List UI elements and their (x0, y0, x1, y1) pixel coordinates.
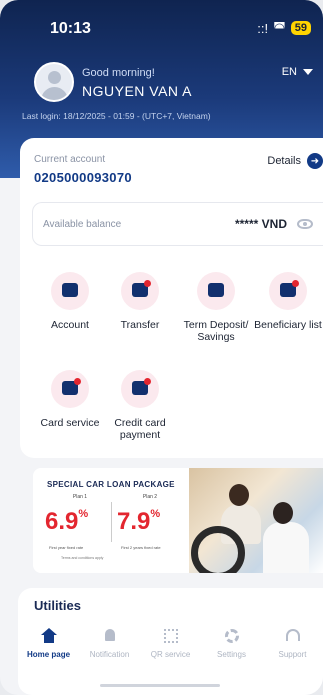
greeting-text: Good morning! (82, 67, 155, 79)
qr-icon (163, 628, 179, 644)
nav-label: Support (278, 650, 307, 659)
banner-photo (189, 468, 323, 573)
banner-title: SPECIAL CAR LOAN PACKAGE (47, 480, 175, 489)
utilities-title: Utilities (34, 598, 81, 613)
language-label: EN (281, 66, 297, 78)
bottom-nav: Home page Notification QR service Settin… (18, 622, 323, 672)
promo-banner[interactable]: SPECIAL CAR LOAN PACKAGE Plan 1 Plan 2 6… (33, 468, 323, 573)
eye-icon[interactable] (297, 219, 313, 229)
bell-icon (102, 628, 118, 644)
feature-term-deposit[interactable]: Term Deposit/ Savings (182, 272, 250, 343)
balance-box: Available balance ***** VND (32, 202, 323, 246)
chevron-down-icon (303, 69, 313, 75)
feature-label: Term Deposit/ Savings (183, 319, 249, 343)
feature-label: Credit card payment (114, 417, 166, 441)
phone-screen: 10:13 ::! ◚ 59 Good morning! NGUYEN VAN … (0, 0, 323, 695)
feature-beneficiary[interactable]: Beneficiary list (254, 272, 322, 331)
card-payment-icon (121, 370, 159, 408)
rate1: 6.9% (45, 508, 89, 535)
account-card: Current account 0205000093070 Details ➜ … (20, 138, 323, 458)
signal-icon: ::! (257, 20, 269, 36)
plan2-label: Plan 2 (142, 494, 158, 500)
avatar-head (48, 71, 61, 84)
feature-transfer[interactable]: Transfer (106, 272, 174, 331)
banner-note2: First 2 years fixed rate (121, 545, 161, 550)
avatar[interactable] (34, 62, 74, 102)
avatar-body (41, 87, 68, 100)
home-icon (40, 628, 57, 644)
steering-wheel (191, 526, 245, 573)
user-name: NGUYEN VAN A (82, 83, 192, 99)
gear-icon (224, 628, 240, 644)
status-icons: ::! ◚ 59 (257, 20, 311, 36)
battery-icon: 59 (290, 21, 311, 35)
plan1-label: Plan 1 (72, 494, 88, 500)
last-login-text: Last login: 18/12/2025 - 01:59 - (UTC+7,… (22, 111, 211, 121)
banner-note3: Terms and conditions apply (61, 556, 104, 560)
details-label: Details (267, 155, 301, 167)
nav-home[interactable]: Home page (18, 622, 79, 672)
feature-label: Transfer (120, 319, 160, 331)
piggy-bank-icon (197, 272, 235, 310)
status-time: 10:13 (50, 20, 91, 37)
details-button[interactable]: Details ➜ (267, 153, 323, 169)
feature-credit-card-payment[interactable]: Credit card payment (106, 370, 174, 441)
nav-notification[interactable]: Notification (79, 622, 140, 672)
home-indicator[interactable] (100, 684, 220, 687)
feature-label: Account (51, 319, 89, 331)
nav-support[interactable]: Support (262, 622, 323, 672)
balance-label: Available balance (43, 219, 122, 230)
feature-card-service[interactable]: Card service (36, 370, 104, 429)
rate2: 7.9% (117, 508, 161, 535)
nav-label: Notification (89, 650, 130, 659)
nav-label: QR service (150, 650, 191, 659)
feature-label: Card service (40, 417, 100, 429)
card-icon (51, 370, 89, 408)
transfer-icon (121, 272, 159, 310)
contacts-book-icon (269, 272, 307, 310)
nav-qr-service[interactable]: QR service (140, 622, 201, 672)
banner-divider (111, 502, 112, 542)
nav-label: Settings (217, 650, 246, 659)
wifi-icon: ◚ (273, 20, 286, 35)
headset-icon (285, 628, 301, 644)
nav-settings[interactable]: Settings (201, 622, 262, 672)
nav-label: Home page (26, 650, 71, 659)
arrow-right-icon: ➜ (307, 153, 323, 169)
banner-note1: First year fixed rate (49, 545, 84, 550)
balance-value: ***** VND (234, 217, 287, 231)
account-label: Current account (34, 154, 106, 165)
feature-account[interactable]: Account (36, 272, 104, 331)
account-number: 0205000093070 (34, 170, 132, 185)
wallet-icon (51, 272, 89, 310)
feature-label: Beneficiary list (254, 319, 322, 331)
language-selector[interactable]: EN (282, 66, 313, 78)
